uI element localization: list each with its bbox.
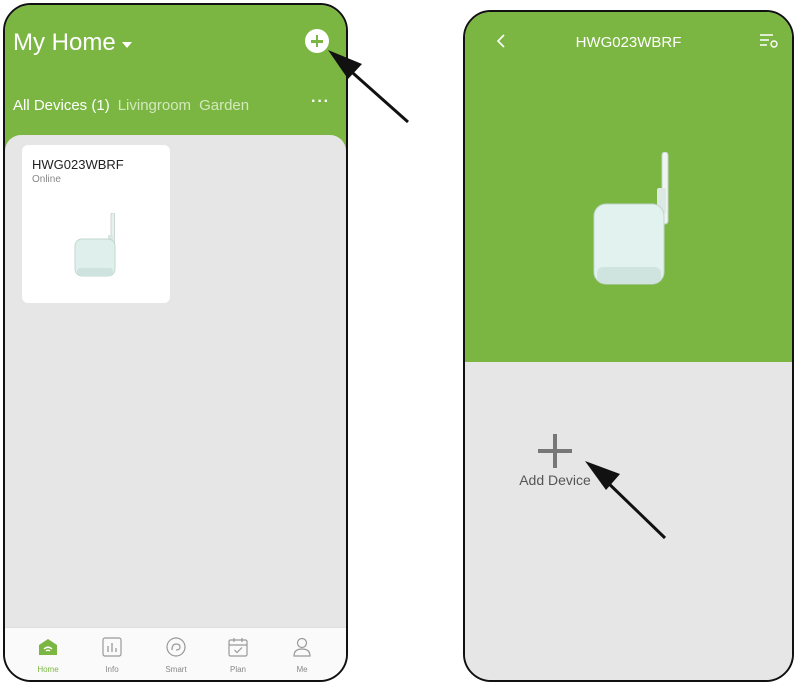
home-title: My Home: [13, 29, 116, 56]
add-device-label: Add Device: [519, 472, 591, 488]
add-plus-icon[interactable]: [305, 29, 329, 53]
add-device-button[interactable]: Add Device: [509, 434, 601, 488]
home-screen-phone: My Home All Devices (1) Livingroom Garde…: [3, 3, 348, 682]
device-detail-content: Add Device: [465, 362, 792, 680]
chart-icon: [102, 637, 122, 657]
home-header: My Home All Devices (1) Livingroom Garde…: [5, 5, 346, 155]
tabbar-plan-label: Plan: [229, 665, 246, 674]
tabbar-home[interactable]: Home: [28, 636, 68, 674]
plus-icon: [538, 434, 572, 468]
device-card[interactable]: HWG023WBRF Online: [22, 145, 170, 303]
gateway-device-image: [74, 213, 116, 277]
home-icon: [39, 639, 57, 655]
tabbar-me-label: Me: [296, 665, 308, 674]
tab-livingroom[interactable]: Livingroom: [118, 97, 191, 114]
smart-icon: [166, 637, 186, 657]
tabbar-info[interactable]: Info: [92, 636, 132, 674]
device-title: HWG023WBRF: [575, 34, 682, 51]
device-name: HWG023WBRF: [32, 157, 124, 172]
settings-menu-icon[interactable]: [759, 32, 779, 50]
tabbar-smart-label: Smart: [165, 665, 187, 674]
tabbar-smart[interactable]: Smart: [156, 636, 196, 674]
gateway-device-large-image: [593, 152, 669, 285]
tabbar-plan[interactable]: Plan: [218, 636, 258, 674]
device-list: HWG023WBRF Online: [5, 135, 346, 628]
home-selector[interactable]: My Home: [13, 29, 132, 57]
caret-down-icon: [121, 42, 132, 48]
tab-garden[interactable]: Garden: [199, 97, 249, 114]
tabbar-info-label: Info: [105, 665, 119, 674]
tab-all-devices[interactable]: All Devices (1): [13, 97, 110, 114]
tabbar-me[interactable]: Me: [282, 636, 322, 674]
more-icon[interactable]: ···: [311, 93, 330, 111]
tabbar-home-label: Home: [37, 665, 59, 674]
device-detail-phone: HWG023WBRF Add Device: [463, 10, 794, 682]
person-icon: [293, 637, 311, 657]
room-tabs: All Devices (1) Livingroom Garden: [13, 97, 249, 114]
calendar-icon: [228, 638, 248, 657]
bottom-tab-bar: Home Info Smart Plan Me: [5, 627, 346, 680]
device-detail-header: HWG023WBRF: [465, 12, 792, 362]
device-status: Online: [32, 174, 61, 185]
